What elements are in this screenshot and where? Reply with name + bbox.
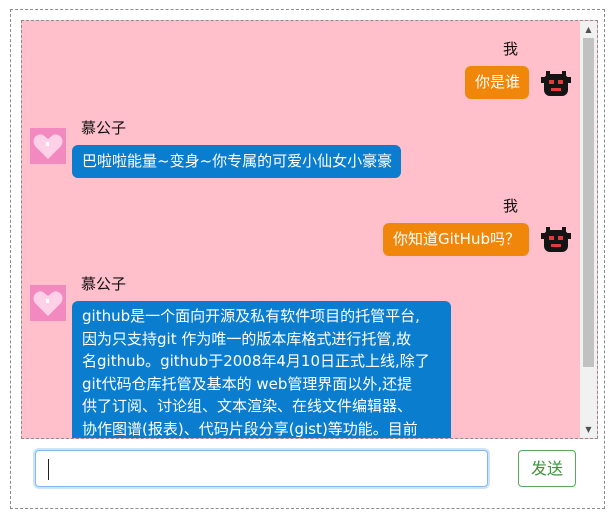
pink-heart-icon [30,128,66,164]
sender-name: 慕公子 [81,275,127,293]
black-monster-icon [538,222,574,258]
sender-name: 我 [503,40,519,58]
scroll-down-arrow-icon[interactable]: ▼ [580,421,597,438]
message-line: 因为只支持git 作为唯一的版本库格式进行托管,故 [82,329,412,348]
message-bubble: 巴啦啦能量~变身~你专属的可爱小仙女小豪豪 [72,145,402,178]
send-button[interactable]: 发送 [518,450,576,487]
message-line: github是一个面向开源及私有软件项目的托管平台, [82,307,420,325]
scroll-up-arrow-icon[interactable]: ▲ [580,21,597,38]
message-line: 名github。github于2008年4月10日正式上线,除了 [82,352,430,370]
message-line: git代码仓库托管及基本的 web管理界面以外,还提 [82,374,413,393]
message-input[interactable] [35,450,488,487]
message-bubble: 你知道GitHub吗？ [383,223,529,256]
message-bubble: 你是谁 [465,66,530,99]
sender-name: 慕公子 [81,119,127,137]
vertical-scrollbar[interactable]: ▲ ▼ [580,21,597,438]
pink-heart-icon [30,285,66,321]
message-list[interactable]: 我 你是谁 慕公子 巴啦啦能量~变身~你专属的可爱小仙女小豪豪 我 你知道Git… [21,20,598,439]
message-bubble: github是一个面向开源及私有软件项目的托管平台, 因为只支持git 作为唯一… [72,301,451,438]
text-cursor [48,459,49,480]
black-monster-icon [538,66,574,102]
message-line: 供了订阅、讨论组、文本渲染、在线文件编辑器、 [82,397,413,415]
message-line: 协作图谱(报表)、代码片段分享(gist)等功能。目前 [82,419,418,438]
scroll-thumb[interactable] [583,38,594,367]
sender-name: 我 [503,197,519,215]
